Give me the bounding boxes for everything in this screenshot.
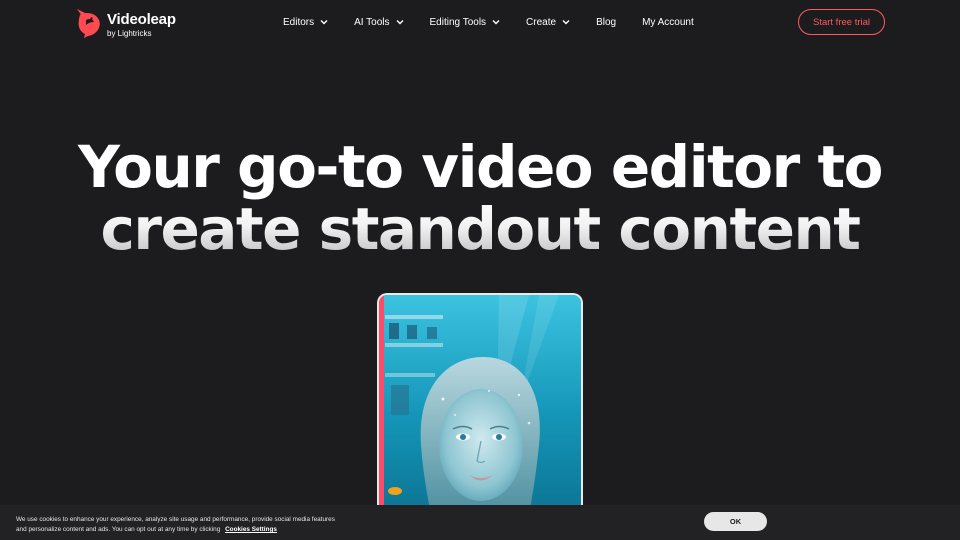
cookie-ok-button[interactable]: OK bbox=[704, 512, 767, 531]
logo-subtitle: by Lightricks bbox=[107, 29, 152, 38]
nav-item-my-account[interactable]: My Account bbox=[642, 17, 694, 28]
hero-title-line-1: Your go-to video editor to bbox=[77, 133, 884, 201]
cookie-banner: We use cookies to enhance your experienc… bbox=[0, 505, 960, 540]
cookies-settings-link[interactable]: Cookies Settings bbox=[225, 526, 277, 533]
site-header: Videoleap by Lightricks Editors AI Tools… bbox=[0, 0, 960, 44]
nav-item-label: AI Tools bbox=[354, 16, 390, 28]
logo[interactable]: Videoleap by Lightricks bbox=[74, 7, 184, 39]
nav-item-label: Editors bbox=[283, 16, 315, 28]
page: Videoleap by Lightricks Editors AI Tools… bbox=[0, 0, 960, 540]
nav-item-blog[interactable]: Blog bbox=[596, 17, 616, 28]
logo-name: Videoleap bbox=[107, 11, 176, 28]
nav-item-label: Blog bbox=[596, 16, 617, 28]
nav-item-label: Create bbox=[526, 16, 557, 28]
chevron-down-icon bbox=[396, 20, 404, 25]
main-nav: Editors AI Tools Editing Tools Create Bl… bbox=[283, 14, 694, 30]
underwater-portrait-image bbox=[379, 295, 581, 533]
nav-item-editing-tools[interactable]: Editing Tools bbox=[430, 17, 501, 28]
nav-item-editors[interactable]: Editors bbox=[283, 17, 328, 28]
nav-item-create[interactable]: Create bbox=[526, 17, 570, 28]
phone-preview bbox=[377, 293, 583, 533]
chevron-down-icon bbox=[492, 20, 500, 25]
chevron-down-icon bbox=[562, 20, 570, 25]
nav-item-label: My Account bbox=[642, 16, 694, 28]
videoleap-bird-icon bbox=[77, 9, 100, 38]
cookie-text: We use cookies to enhance your experienc… bbox=[16, 516, 335, 533]
hero-title-line-2: create standout content bbox=[0, 198, 960, 260]
nav-item-label: Editing Tools bbox=[429, 16, 487, 28]
nav-item-ai-tools[interactable]: AI Tools bbox=[354, 16, 404, 28]
start-free-trial-button[interactable]: Start free trial bbox=[798, 9, 885, 35]
hero-title: Your go-to video editor to create stando… bbox=[0, 136, 960, 260]
chevron-down-icon bbox=[320, 20, 328, 25]
